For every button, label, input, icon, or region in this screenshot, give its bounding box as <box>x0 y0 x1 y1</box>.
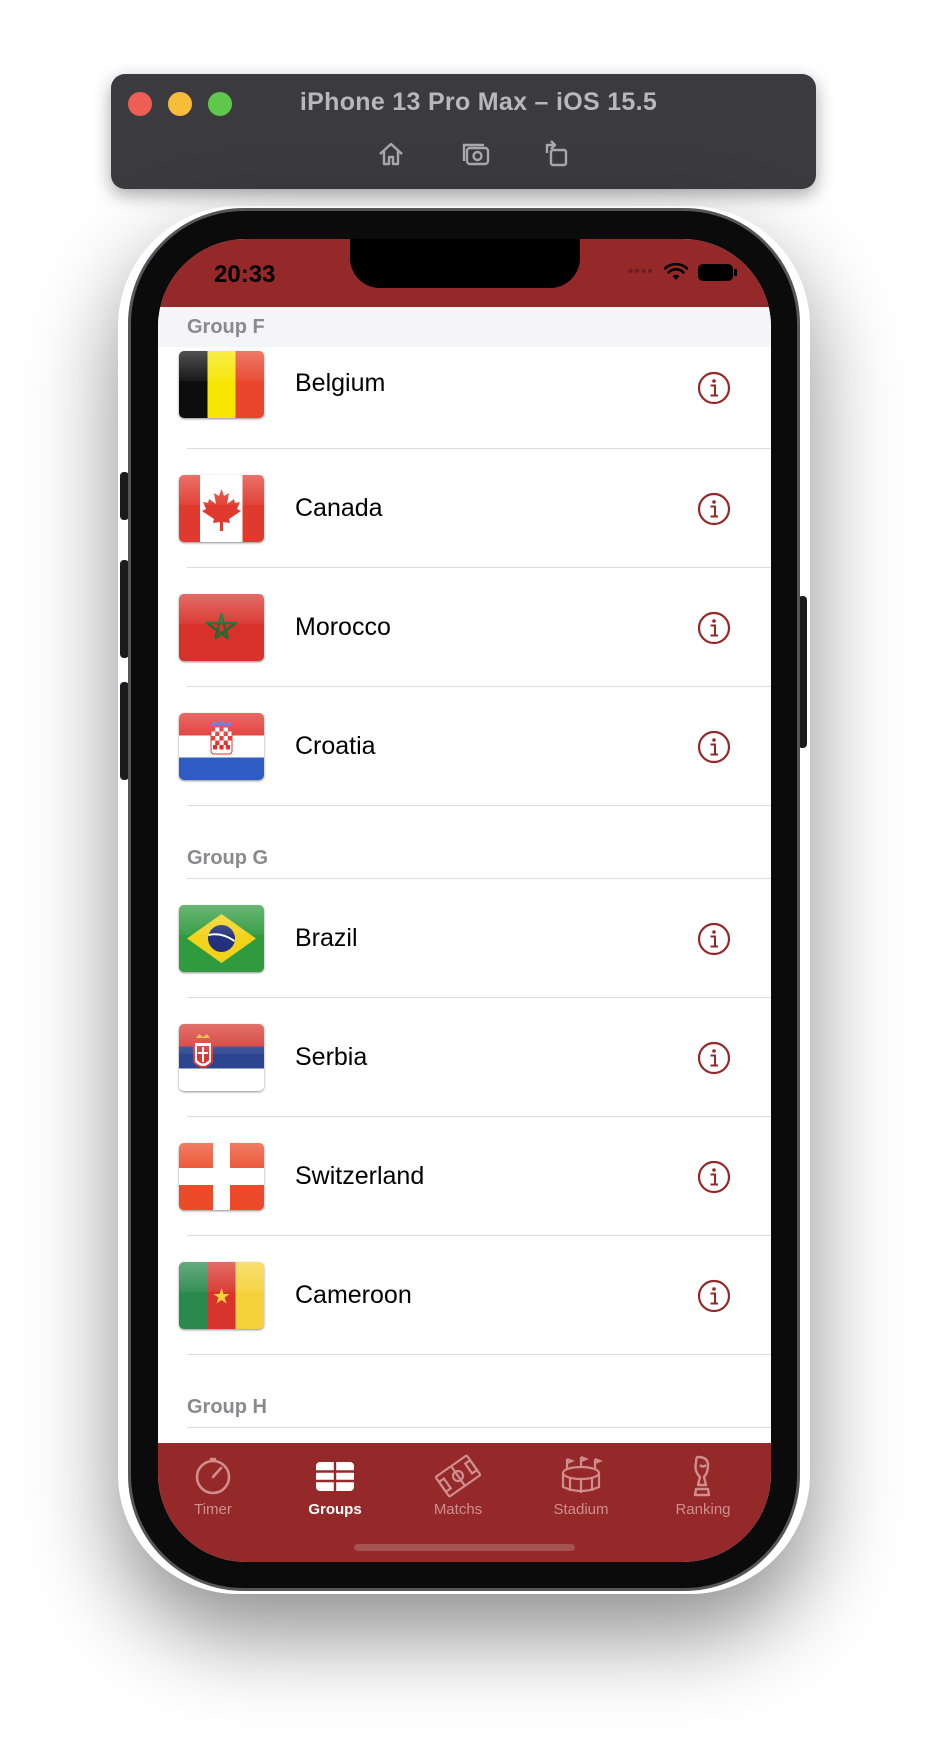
cameroon-flag <box>179 1262 264 1329</box>
soccer-field-icon <box>435 1454 481 1498</box>
trophy-icon <box>693 1455 711 1497</box>
brazil-flag <box>179 905 264 972</box>
team-row-canada[interactable]: Canada <box>158 449 771 568</box>
status-bar: 20:33 •••• <box>158 239 771 307</box>
home-indicator[interactable] <box>354 1544 575 1551</box>
info-icon[interactable] <box>697 611 731 645</box>
tab-bar: Timer Groups Matchs Stadium Ranking <box>158 1443 771 1562</box>
battery-icon <box>698 263 737 281</box>
team-name: Cameroon <box>295 1281 412 1309</box>
group-header: Group H <box>187 1396 267 1418</box>
screenshot-button[interactable] <box>460 137 494 171</box>
team-name: Switzerland <box>295 1162 425 1190</box>
home-button[interactable] <box>374 137 408 171</box>
group-header: Group G <box>187 847 269 869</box>
tab-timer[interactable]: Timer <box>158 1451 274 1518</box>
team-row-switzerland[interactable]: Switzerland <box>158 1117 771 1236</box>
croatia-flag <box>179 713 264 780</box>
notch <box>350 239 580 288</box>
info-icon[interactable] <box>697 1279 731 1313</box>
team-name: Morocco <box>295 613 391 641</box>
info-icon[interactable] <box>697 1160 731 1194</box>
canada-flag <box>179 475 264 542</box>
cellular-dots-icon: •••• <box>627 263 654 280</box>
info-icon[interactable] <box>697 1041 731 1075</box>
info-icon[interactable] <box>697 730 731 764</box>
tab-label: Stadium <box>553 1501 609 1518</box>
screenshot-icon <box>462 143 490 166</box>
team-name: Brazil <box>295 924 358 952</box>
stadium-icon <box>561 1455 603 1493</box>
status-time: 20:33 <box>214 261 276 288</box>
serbia-flag <box>179 1024 264 1091</box>
status-icons: •••• <box>627 263 737 281</box>
tab-matchs[interactable]: Matchs <box>397 1451 519 1518</box>
tab-label: Timer <box>194 1501 232 1518</box>
simulator-title-bar: iPhone 13 Pro Max – iOS 15.5 <box>111 74 816 189</box>
home-icon <box>379 142 403 166</box>
team-row-morocco[interactable]: Morocco <box>158 568 771 687</box>
team-row-serbia[interactable]: Serbia <box>158 998 771 1117</box>
tab-ranking[interactable]: Ranking <box>642 1451 764 1518</box>
team-row-belgium[interactable]: Belgium <box>158 347 771 449</box>
switzerland-flag <box>179 1143 264 1210</box>
team-row-croatia[interactable]: Croatia <box>158 687 771 806</box>
team-name: Canada <box>295 494 383 522</box>
simulator-title: iPhone 13 Pro Max – iOS 15.5 <box>299 88 658 116</box>
tab-label: Groups <box>308 1501 362 1518</box>
team-name: Croatia <box>295 732 376 760</box>
team-row-brazil[interactable]: Brazil <box>158 879 771 998</box>
rotate-icon <box>545 140 568 167</box>
tab-stadium[interactable]: Stadium <box>520 1451 642 1518</box>
info-icon[interactable] <box>697 371 731 405</box>
team-name: Serbia <box>295 1043 368 1071</box>
info-icon[interactable] <box>697 492 731 526</box>
divider <box>187 1427 771 1428</box>
tab-groups[interactable]: Groups <box>274 1451 396 1518</box>
phone-screen: 20:33 •••• Group F Belgium Canada Morocc… <box>158 239 771 1562</box>
morocco-flag <box>179 594 264 661</box>
group-header: Group F <box>158 307 771 347</box>
tab-label: Ranking <box>675 1501 731 1518</box>
timer-icon <box>195 1457 231 1495</box>
team-row-cameroon[interactable]: Cameroon <box>158 1236 771 1355</box>
rotate-button[interactable] <box>540 137 574 171</box>
team-name: Belgium <box>295 369 386 397</box>
tab-label: Matchs <box>433 1501 483 1518</box>
belgium-flag <box>179 351 264 418</box>
groups-table-icon <box>316 1462 354 1491</box>
groups-list[interactable]: Group F Belgium Canada Morocco Croatia G… <box>158 307 771 1443</box>
wifi-icon <box>664 263 688 280</box>
info-icon[interactable] <box>697 922 731 956</box>
